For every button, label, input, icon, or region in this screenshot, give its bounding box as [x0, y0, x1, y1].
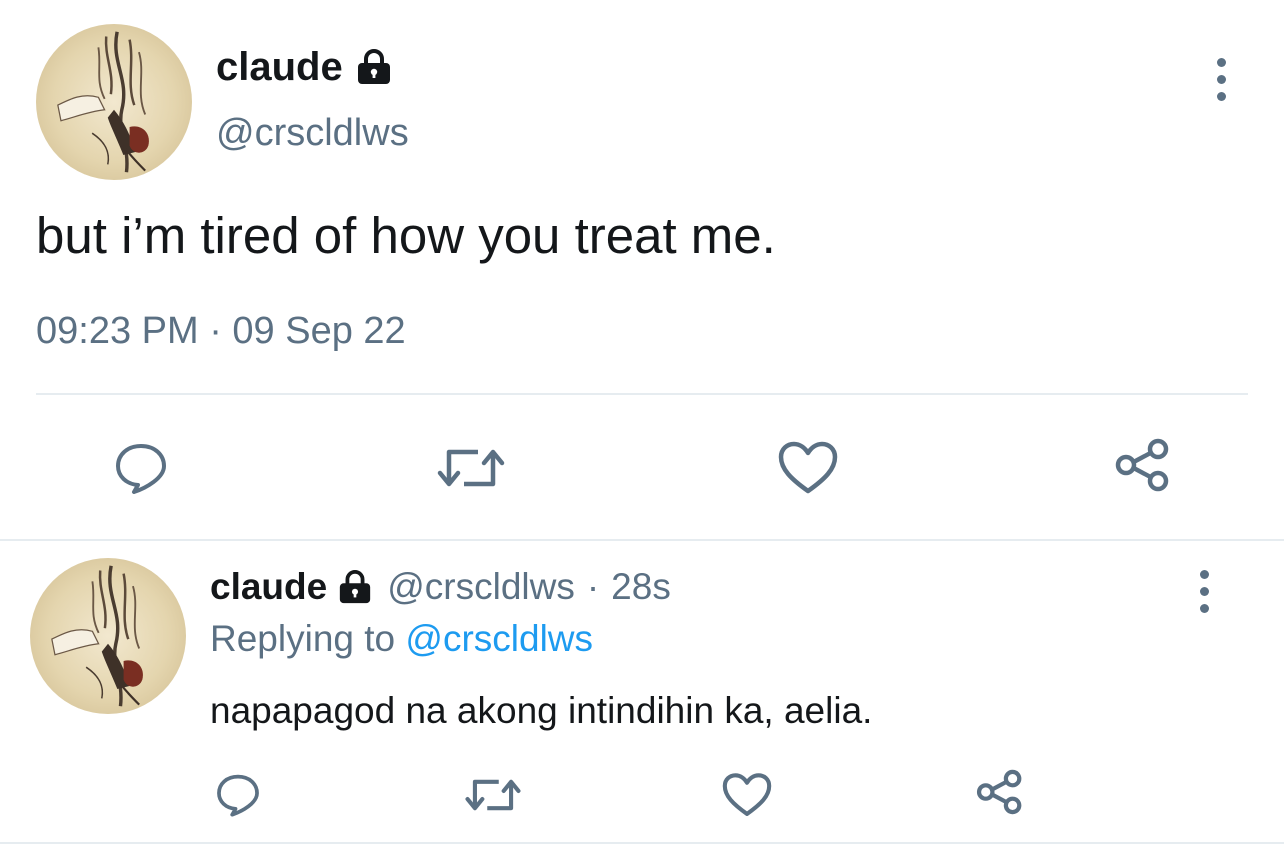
- retweet-icon[interactable]: [464, 772, 522, 818]
- share-icon[interactable]: [974, 766, 1026, 818]
- divider: [0, 842, 1284, 844]
- retweet-icon[interactable]: [436, 440, 506, 496]
- avatar-illustration: [51, 565, 143, 707]
- handle[interactable]: @crscldlws: [387, 566, 575, 608]
- heart-icon[interactable]: [721, 772, 773, 818]
- share-icon[interactable]: [1112, 434, 1174, 496]
- reply-header: claude @crscldlws · 28s: [210, 566, 671, 608]
- separator: ·: [586, 566, 600, 607]
- replying-to-label: Replying to: [210, 618, 396, 659]
- avatar[interactable]: [36, 24, 192, 180]
- avatar-illustration: [57, 31, 149, 173]
- more-vertical-icon[interactable]: [1197, 570, 1211, 613]
- handle[interactable]: @crscldlws: [216, 112, 409, 155]
- display-name[interactable]: claude: [216, 45, 343, 90]
- reply-icon[interactable]: [214, 770, 262, 818]
- more-vertical-icon[interactable]: [1214, 58, 1228, 101]
- tweet-text: but i’m tired of how you treat me.: [36, 207, 776, 264]
- display-name[interactable]: claude: [210, 566, 327, 608]
- display-name-row[interactable]: claude: [216, 44, 393, 90]
- heart-icon[interactable]: [777, 440, 839, 496]
- lock-icon: [355, 48, 393, 86]
- reply-icon[interactable]: [112, 438, 170, 496]
- lock-icon: [337, 569, 373, 605]
- divider: [36, 393, 1248, 395]
- divider: [0, 539, 1284, 541]
- replying-to: Replying to @crscldlws: [210, 618, 593, 660]
- replying-to-handle[interactable]: @crscldlws: [405, 618, 593, 659]
- avatar[interactable]: [30, 558, 186, 714]
- tweet-timestamp[interactable]: 09:23 PM · 09 Sep 22: [36, 310, 406, 353]
- reply-text: napapagod na akong intindihin ka, aelia.: [210, 690, 873, 731]
- tweet-age[interactable]: 28s: [611, 566, 671, 608]
